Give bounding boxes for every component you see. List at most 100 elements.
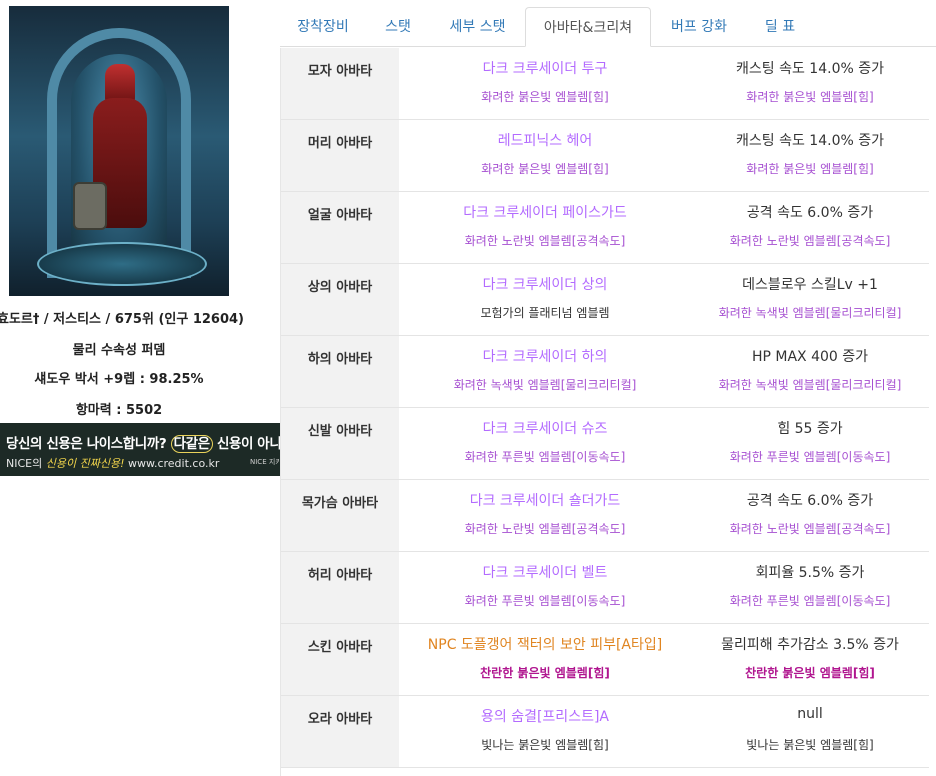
avatar-effect-emblem: 화려한 녹색빛 엠블렘[물리크리티컬] — [718, 306, 902, 320]
ad-headline-pre: 당신의 신용은 나이스합니까? — [6, 436, 171, 452]
avatar-item-emblem: 화려한 녹색빛 엠블렘[물리크리티컬] — [453, 378, 637, 392]
avatar-row: 하의 아바타 다크 크루세이더 하의 화려한 녹색빛 엠블렘[물리크리티컬] HP M… — [281, 336, 929, 408]
avatar-effect-text: 물리피해 추가감소 3.5% 증가 — [721, 637, 899, 653]
avatar-item-name[interactable]: 다크 크루세이더 하의 — [399, 346, 691, 366]
avatar-item-emblem: 찬란한 붉은빛 엠블렘[힘] — [480, 666, 610, 680]
avatar-row: 얼굴 아바타 다크 크루세이더 페이스가드 화려한 노란빛 엠블렘[공격속도] 공격 … — [281, 192, 929, 264]
avatar-effect-text: 데스블로우 스킬Lv +1 — [742, 277, 878, 293]
avatar-effect-text: 회피율 5.5% 증가 — [755, 565, 865, 581]
avatar-item-emblem: 모험가의 플래티넘 엠블렘 — [480, 306, 610, 320]
avatar-item-name[interactable]: 다크 크루세이더 상의 — [399, 274, 691, 294]
avatar-item-cell: 다크 크루세이더 하의화려한 녹색빛 엠블렘[물리크리티컬] — [399, 336, 691, 407]
avatar-item-cell: 용의 숨결[프리스트]A 빛나는 붉은빛 엠블렘[힘] — [399, 696, 691, 767]
avatar-item-name[interactable]: 레드피닉스 헤어 — [399, 130, 691, 150]
character-name-rank: 효도르† / 저스티스 / 675위 (인구 12604) — [0, 312, 244, 327]
avatar-item-emblem: 빛나는 붉은빛 엠블렘[힘] — [481, 738, 609, 752]
avatar-row: 스킨 아바타 NPC 도플갱어 잭터의 보안 피부[A타입] 찬란한 붉은빛 엠블렘… — [281, 624, 929, 696]
avatar-effect-emblem: 화려한 노란빛 엠블렘[공격속도] — [729, 522, 891, 536]
avatar-effect-text: 힘 55 증가 — [777, 421, 843, 437]
avatar-slot-label: 상의 아바타 — [281, 264, 399, 335]
avatar-effect-text: 공격 속도 6.0% 증가 — [746, 493, 874, 509]
avatar-item-name[interactable]: 다크 크루세이더 숄더가드 — [399, 490, 691, 510]
avatar-effect-cell: 물리피해 추가감소 3.5% 증가찬란한 붉은빛 엠블렘[힘] — [691, 624, 929, 695]
skill-level-rate: 섀도우 박서 +9렙 : 98.25% — [34, 372, 204, 387]
avatar-item-cell: 다크 크루세이더 숄더가드화려한 노란빛 엠블렘[공격속도] — [399, 480, 691, 551]
avatar-effect-cell: 회피율 5.5% 증가화려한 푸른빛 엠블렘[이동속도] — [691, 552, 929, 623]
avatar-item-cell: 다크 크루세이더 슈즈화려한 푸른빛 엠블렘[이동속도] — [399, 408, 691, 479]
avatar-item-cell: 다크 크루세이더 상의모험가의 플래티넘 엠블렘 — [399, 264, 691, 335]
avatar-slot-label: 신발 아바타 — [281, 408, 399, 479]
avatar-item-emblem: 화려한 노란빛 엠블렘[공격속도] — [464, 234, 626, 248]
avatar-effect-cell: 데스블로우 스킬Lv +1 화려한 녹색빛 엠블렘[물리크리티컬] — [691, 264, 929, 335]
avatar-table: 모자 아바타 다크 크루세이더 투구 화려한 붉은빛 엠블렘[힘] 캐스팅 속도 14… — [280, 48, 929, 776]
avatar-item-cell: 다크 크루세이더 투구화려한 붉은빛 엠블렘[힘] — [399, 48, 691, 119]
magic-resistance: 항마력 : 5502 — [75, 403, 163, 418]
avatar-row: 오라 아바타 용의 숨결[프리스트]A 빛나는 붉은빛 엠블렘[힘] null 빛나는 … — [281, 696, 929, 768]
avatar-effect-emblem: 화려한 푸른빛 엠블렘[이동속도] — [729, 450, 891, 464]
rune-platform — [37, 242, 207, 286]
avatar-slot-label: 하의 아바타 — [281, 336, 399, 407]
avatar-slot-label: 모자 아바타 — [281, 48, 399, 119]
character-portrait — [9, 6, 229, 296]
avatar-row: 신발 아바타 다크 크루세이더 슈즈 화려한 푸른빛 엠블렘[이동속도] 힘 55 증… — [281, 408, 929, 480]
avatar-slot-label: 허리 아바타 — [281, 552, 399, 623]
avatar-effect-text: HP MAX 400 증가 — [751, 349, 869, 365]
ad-banner[interactable]: 당신의 신용은 나이스합니까? 다같은 신용이 아니다! i NICE의 신용이… — [0, 423, 309, 476]
avatar-item-name[interactable]: 다크 크루세이더 투구 — [399, 58, 691, 78]
tab-bar: 장착장비 스탯 세부 스탯 아바타&크리쳐 버프 강화 딜 표 — [280, 0, 936, 47]
avatar-item-name[interactable]: 다크 크루세이더 벨트 — [399, 562, 691, 582]
avatar-effect-cell: 공격 속도 6.0% 증가화려한 노란빛 엠블렘[공격속도] — [691, 192, 929, 263]
tab-detailed-stats[interactable]: 세부 스탯 — [430, 7, 525, 47]
avatar-item-name[interactable]: 다크 크루세이더 슈즈 — [399, 418, 691, 438]
avatar-effect-emblem: 화려한 붉은빛 엠블렘[힘] — [746, 90, 874, 104]
avatar-item-cell: 다크 크루세이더 페이스가드화려한 노란빛 엠블렘[공격속도] — [399, 192, 691, 263]
avatar-item-emblem: 화려한 붉은빛 엠블렘[힘] — [481, 90, 609, 104]
avatar-row: 허리 아바타 다크 크루세이더 벨트 화려한 푸른빛 엠블렘[이동속도] 회피율 5.… — [281, 552, 929, 624]
tab-stats[interactable]: 스탯 — [366, 7, 430, 47]
ad-headline-emphasis: 다같은 — [170, 435, 213, 453]
avatar-item-emblem: 화려한 노란빛 엠블렘[공격속도] — [464, 522, 626, 536]
avatar-row: 목가슴 아바타 다크 크루세이더 숄더가드 화려한 노란빛 엠블렘[공격속도] 공격 … — [281, 480, 929, 552]
avatar-item-name[interactable]: NPC 도플갱어 잭터의 보안 피부[A타입] — [399, 634, 691, 654]
avatar-effect-emblem: 빛나는 붉은빛 엠블렘[힘] — [746, 738, 874, 752]
avatar-item-name[interactable]: 다크 크루세이더 페이스가드 — [399, 202, 691, 222]
ad-headline: 당신의 신용은 나이스합니까? 다같은 신용이 아니다! — [6, 432, 300, 453]
avatar-item-cell: 다크 크루세이더 벨트 화려한 푸른빛 엠블렘[이동속도] — [399, 552, 691, 623]
avatar-effect-text: 캐스팅 속도 14.0% 증가 — [736, 133, 884, 149]
damage-type: 물리 수속성 퍼뎀 — [72, 343, 166, 358]
avatar-effect-cell: 공격 속도 6.0% 증가화려한 노란빛 엠블렘[공격속도] — [691, 480, 929, 551]
avatar-effect-emblem: 화려한 녹색빛 엠블렘[물리크리티컬] — [718, 378, 902, 392]
avatar-effect-text: 공격 속도 6.0% 증가 — [746, 205, 874, 221]
avatar-effect-cell: 캐스팅 속도 14.0% 증가화려한 붉은빛 엠블렘[힘] — [691, 120, 929, 191]
avatar-slot-label: 머리 아바타 — [281, 120, 399, 191]
avatar-slot-label: 스킨 아바타 — [281, 624, 399, 695]
avatar-effect-emblem: 화려한 노란빛 엠블렘[공격속도] — [729, 234, 891, 248]
character-weapon — [73, 182, 107, 230]
avatar-effect-emblem: 화려한 붉은빛 엠블렘[힘] — [746, 162, 874, 176]
avatar-item-cell: NPC 도플갱어 잭터의 보안 피부[A타입] 찬란한 붉은빛 엠블렘[힘] — [399, 624, 691, 695]
avatar-item-emblem: 화려한 푸른빛 엠블렘[이동속도] — [464, 450, 626, 464]
avatar-effect-text: 캐스팅 속도 14.0% 증가 — [736, 61, 884, 77]
avatar-effect-cell: 캐스팅 속도 14.0% 증가화려한 붉은빛 엠블렘[힘] — [691, 48, 929, 119]
avatar-effect-emblem: 찬란한 붉은빛 엠블렘[힘] — [745, 666, 875, 680]
avatar-effect-text: null — [797, 706, 823, 722]
avatar-item-emblem: 화려한 붉은빛 엠블렘[힘] — [481, 162, 609, 176]
avatar-effect-cell: 힘 55 증가화려한 푸른빛 엠블렘[이동속도] — [691, 408, 929, 479]
tab-avatar-creature[interactable]: 아바타&크리쳐 — [525, 7, 651, 47]
ad-url: www.credit.co.kr — [124, 457, 220, 470]
avatar-slot-label: 오라 아바타 — [281, 696, 399, 767]
avatar-row: 모자 아바타 다크 크루세이더 투구 화려한 붉은빛 엠블렘[힘] 캐스팅 속도 14… — [281, 48, 929, 120]
tab-equipment[interactable]: 장착장비 — [280, 7, 366, 47]
avatar-slot-label: 목가슴 아바타 — [281, 480, 399, 551]
avatar-row: 머리 아바타 레드피닉스 헤어 화려한 붉은빛 엠블렘[힘] 캐스팅 속도 14.0%… — [281, 120, 929, 192]
avatar-slot-label: 얼굴 아바타 — [281, 192, 399, 263]
avatar-effect-cell: HP MAX 400 증가화려한 녹색빛 엠블렘[물리크리티컬] — [691, 336, 929, 407]
avatar-item-name[interactable]: 용의 숨결[프리스트]A — [399, 706, 691, 726]
tab-damage-table[interactable]: 딜 표 — [747, 7, 813, 47]
ad-sub-highlight: 신용이 진짜신용! — [45, 457, 125, 470]
avatar-effect-emblem: 화려한 푸른빛 엠블렘[이동속도] — [729, 594, 891, 608]
ad-subline: NICE의 신용이 진짜신용! www.credit.co.kr — [6, 455, 219, 471]
tab-buff-enhance[interactable]: 버프 강화 — [651, 7, 747, 47]
avatar-row: 상의 아바타 다크 크루세이더 상의 모험가의 플래티넘 엠블렘 데스블로우 스킬Lv… — [281, 264, 929, 336]
ad-sub-pre: NICE의 — [6, 457, 46, 470]
